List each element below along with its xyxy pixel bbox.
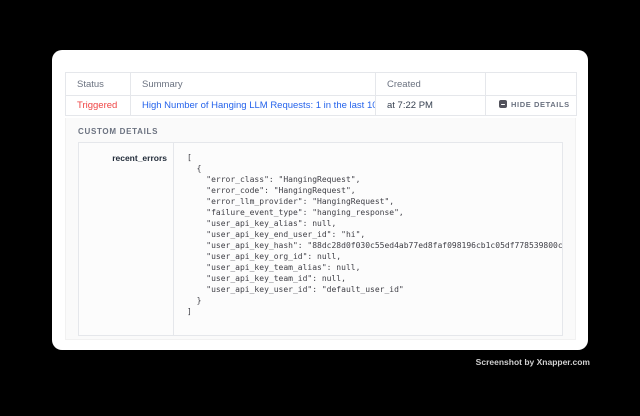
hide-details-label: HIDE DETAILS — [511, 100, 570, 109]
watermark-label: Screenshot by Xnapper.com — [476, 357, 590, 367]
details-key-column: recent_errors — [79, 143, 174, 335]
created-cell: at 7:22 PM — [376, 96, 486, 116]
alert-summary-link[interactable]: High Number of Hanging LLM Requests: 1 i… — [142, 100, 376, 111]
custom-details-heading: CUSTOM DETAILS — [78, 127, 563, 136]
status-cell: Triggered — [66, 96, 131, 116]
details-key-label: recent_errors — [112, 153, 167, 163]
column-header-status: Status — [66, 73, 131, 96]
alerts-table: Status Summary Created Triggered High Nu… — [65, 72, 577, 116]
minus-square-icon — [499, 100, 507, 108]
table-row: Triggered High Number of Hanging LLM Req… — [66, 96, 577, 116]
alert-details-card: Status Summary Created Triggered High Nu… — [52, 50, 588, 350]
actions-cell: HIDE DETAILS — [486, 96, 577, 116]
hide-details-button[interactable]: HIDE DETAILS — [497, 100, 570, 109]
table-header-row: Status Summary Created — [66, 73, 577, 96]
custom-details-section: CUSTOM DETAILS recent_errors [ { "error_… — [65, 118, 576, 340]
column-header-summary: Summary — [131, 73, 376, 96]
column-header-actions — [486, 73, 577, 96]
column-header-created: Created — [376, 73, 486, 96]
custom-details-panel: recent_errors [ { "error_class": "Hangin… — [78, 142, 563, 336]
created-timestamp: at 7:22 PM — [387, 100, 433, 111]
recent-errors-json: [ { "error_class": "HangingRequest", "er… — [187, 152, 562, 317]
summary-cell: High Number of Hanging LLM Requests: 1 i… — [131, 96, 376, 116]
details-value-column: [ { "error_class": "HangingRequest", "er… — [174, 143, 562, 335]
status-badge: Triggered — [77, 100, 117, 111]
